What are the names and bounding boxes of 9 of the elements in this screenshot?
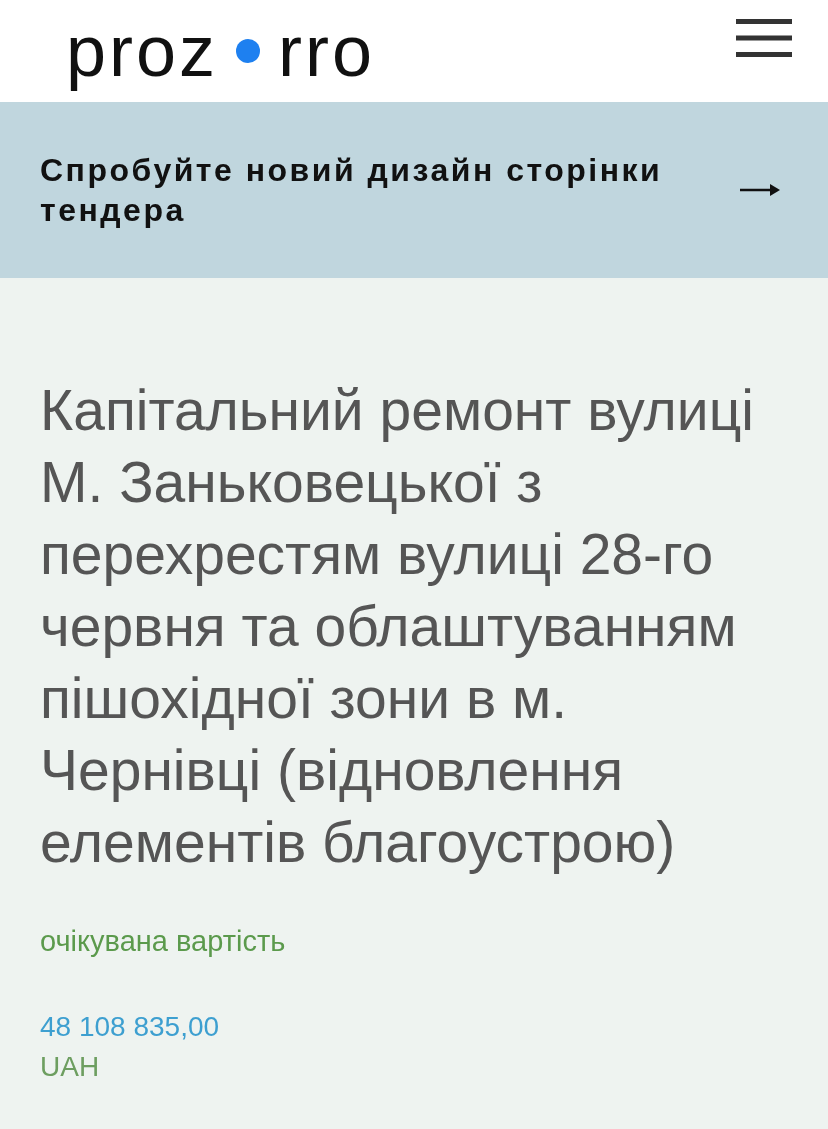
currency-text: UAH — [40, 1050, 101, 1084]
menu-icon[interactable] — [736, 19, 792, 57]
new-design-link[interactable]: Спробуйте новий дизайн сторінки тендера — [40, 150, 700, 230]
arrow-right-icon[interactable] — [740, 184, 780, 196]
expected-value-label: очікувана вартість — [40, 924, 287, 959]
tender-title: Капітальний ремонт вулиці М. Заньковецької з перехрестям вулиці 28-го червня та облаштуванням пішохідної зони в м. Чернівці (відновлення елементів благоустрою) — [40, 377, 755, 876]
expected-value-amount: 48 108 835,00 — [40, 1010, 221, 1044]
logo-text[interactable]: rro — [278, 15, 376, 87]
logo-dot-icon — [236, 39, 261, 63]
